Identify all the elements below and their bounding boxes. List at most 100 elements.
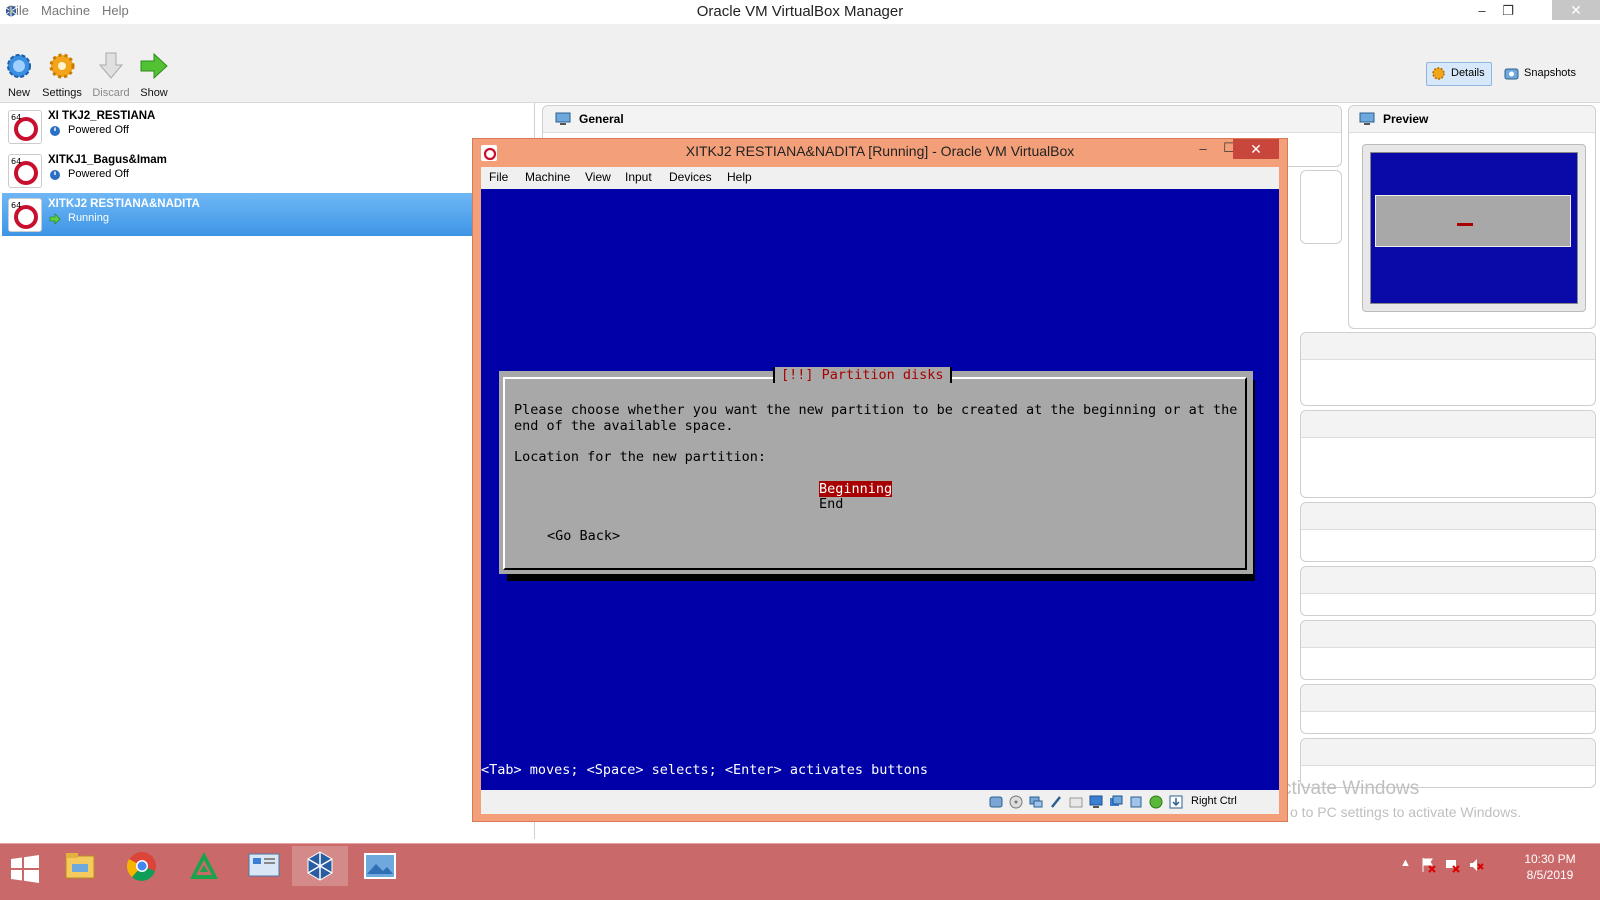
activate-windows-watermark: ctivate Windows	[1282, 778, 1420, 799]
preview-panel-title: Preview	[1383, 112, 1429, 126]
taskbar-clock[interactable]: 10:30 PM 8/5/2019	[1512, 851, 1588, 883]
details-tab[interactable]: Details	[1426, 62, 1492, 86]
new-button[interactable]: New	[0, 50, 42, 100]
show-arrow-icon	[140, 52, 168, 80]
close-button[interactable]: ✕	[1552, 0, 1600, 20]
system-panel	[1300, 170, 1342, 244]
volume-icon[interactable]	[1468, 857, 1484, 873]
dialog-title: [!!] Partition disks	[773, 367, 952, 383]
settings-button[interactable]: Settings	[39, 50, 85, 100]
vm-state: Powered Off	[68, 124, 129, 136]
guest-display[interactable]: [!!] Partition disks Please choose wheth…	[481, 189, 1279, 790]
snapshots-label: Snapshots	[1524, 67, 1576, 79]
windows-start-icon[interactable]	[10, 855, 40, 883]
vm-menu-machine[interactable]: Machine	[525, 170, 570, 184]
network-icon[interactable]	[1029, 795, 1043, 809]
new-label: New	[7, 87, 30, 99]
usb-icon[interactable]	[1049, 795, 1063, 809]
optical-drive-icon[interactable]	[1009, 795, 1023, 809]
debian-os-icon: 64	[8, 110, 42, 144]
preview-thumbnail	[1370, 152, 1578, 304]
debian-os-icon: 64	[8, 154, 42, 188]
details-section	[1300, 620, 1596, 680]
triangle-app-icon	[190, 852, 218, 879]
camera-icon	[1504, 68, 1519, 80]
show-label: Show	[140, 87, 168, 99]
clock-date: 8/5/2019	[1526, 868, 1574, 882]
vm-statusbar: Right Ctrl	[481, 790, 1279, 814]
video-capture-icon[interactable]	[1109, 795, 1123, 809]
debian-os-icon: 64	[8, 198, 42, 232]
minimize-button[interactable]: –	[1470, 2, 1494, 20]
action-center-flag-icon[interactable]	[1420, 857, 1436, 873]
keyboard-help-line: <Tab> moves; <Space> selects; <Enter> ac…	[481, 762, 929, 778]
vm-menu-view[interactable]: View	[585, 170, 611, 184]
display-icon[interactable]	[1089, 795, 1103, 809]
restore-button[interactable]: ❐	[1496, 2, 1520, 20]
manager-toolbar	[0, 46, 1600, 103]
vm-list-item-selected[interactable]: 64 XITKJ2 RESTIANA&NADITA Running	[2, 193, 532, 236]
location-label: Location for the new partition:	[514, 449, 766, 465]
tray-expand-icon[interactable]: ▲	[1400, 857, 1411, 869]
mouse-integration-icon[interactable]	[1169, 795, 1183, 809]
vm-window-title: XITKJ2 RESTIANA&NADITA [Running] - Oracl…	[685, 143, 1075, 159]
network-tray-icon[interactable]	[1444, 857, 1460, 873]
taskbar-control-panel[interactable]	[236, 846, 292, 886]
new-icon	[7, 54, 31, 78]
option-beginning[interactable]: Beginning	[819, 481, 893, 497]
dialog-prompt-line: Please choose whether you want the new p…	[514, 402, 1238, 418]
vm-name: XITKJ2 RESTIANA&NADITA	[48, 198, 200, 210]
gear-icon	[1432, 67, 1445, 80]
host-key-label: Right Ctrl	[1191, 795, 1237, 807]
vm-name: XITKJ1_Bagus&Imam	[48, 154, 167, 166]
cpu-icon[interactable]	[1129, 795, 1143, 809]
svg-text:64: 64	[11, 157, 21, 166]
svg-text:64: 64	[11, 113, 21, 122]
vm-name: XI TKJ2_RESTIANA	[48, 110, 156, 122]
chrome-icon	[126, 852, 156, 881]
monitor-icon	[555, 112, 571, 125]
manager-title: Oracle VM VirtualBox Manager	[696, 3, 904, 20]
vm-list-item[interactable]: 64 XI TKJ2_RESTIANA Powered Off	[2, 105, 532, 148]
photos-icon	[364, 853, 396, 879]
vm-state: Running	[68, 212, 109, 224]
snapshots-tab[interactable]: Snapshots	[1504, 63, 1584, 85]
vm-menu-input[interactable]: Input	[625, 170, 652, 184]
go-back-button[interactable]: <Go Back>	[547, 528, 620, 544]
vm-menu-devices[interactable]: Devices	[669, 170, 712, 184]
dialog-prompt-line: end of the available space.	[514, 418, 734, 434]
taskbar-green-app[interactable]	[176, 846, 232, 886]
taskbar-chrome[interactable]	[114, 846, 170, 886]
hard-disk-icon[interactable]	[989, 795, 1003, 809]
details-label: Details	[1451, 67, 1485, 79]
svg-text:64: 64	[11, 201, 21, 210]
folder-icon	[65, 853, 95, 879]
powered-off-icon	[50, 126, 60, 136]
details-section	[1300, 566, 1596, 616]
taskbar-photos[interactable]	[352, 846, 408, 886]
show-button[interactable]: Show	[131, 50, 177, 100]
vm-close-button[interactable]: ✕	[1233, 139, 1279, 159]
virtualization-icon[interactable]	[1149, 795, 1163, 809]
menu-help[interactable]: Help	[102, 3, 129, 18]
settings-label: Settings	[42, 87, 82, 99]
taskbar-file-explorer[interactable]	[52, 846, 108, 886]
vm-menu-file[interactable]: File	[489, 170, 508, 184]
menu-machine[interactable]: Machine	[41, 3, 90, 18]
option-end[interactable]: End	[819, 496, 843, 512]
details-section	[1300, 332, 1596, 406]
running-arrow-icon	[49, 213, 61, 225]
details-section	[1300, 502, 1596, 562]
powered-off-icon	[50, 170, 60, 180]
taskbar-virtualbox[interactable]	[292, 846, 348, 886]
control-panel-icon	[248, 853, 280, 877]
vm-minimize-button[interactable]: –	[1191, 140, 1215, 158]
general-panel-title: General	[579, 112, 624, 126]
discard-button[interactable]: Discard	[88, 50, 134, 100]
vm-list-item[interactable]: 64 XITKJ1_Bagus&Imam Powered Off	[2, 149, 532, 192]
menu-file[interactable]: File	[8, 3, 29, 18]
shared-folder-icon[interactable]	[1069, 795, 1083, 809]
vm-window: XITKJ2 RESTIANA&NADITA [Running] - Oracl…	[472, 138, 1288, 822]
vm-menu-help[interactable]: Help	[727, 170, 752, 184]
gear-icon	[49, 53, 75, 79]
